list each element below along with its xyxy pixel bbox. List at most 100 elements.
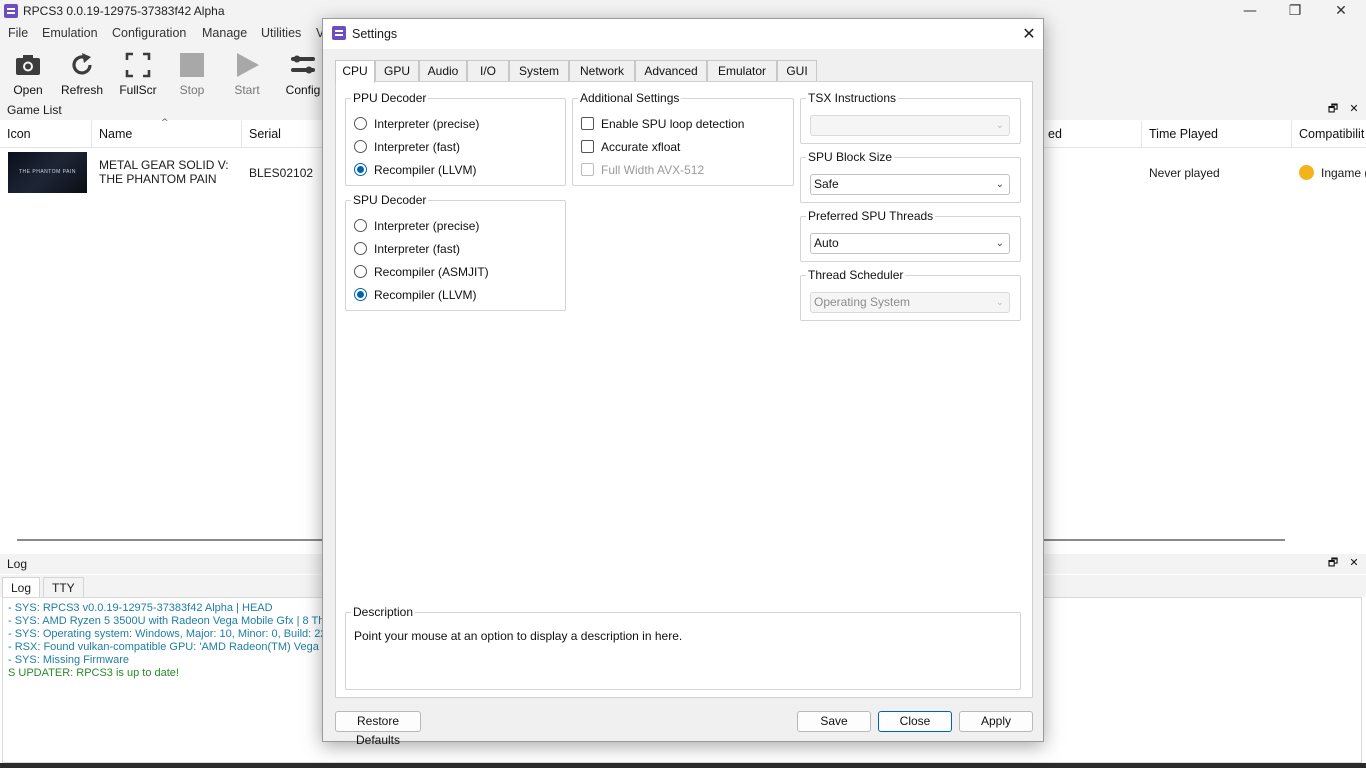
stop-button[interactable]: Stop <box>166 48 218 98</box>
tab-system[interactable]: System <box>509 60 569 82</box>
game-serial: BLES02102 <box>249 166 314 180</box>
checkbox[interactable] <box>581 117 594 130</box>
tab-emulator[interactable]: Emulator <box>707 60 777 82</box>
fullscreen-label: FullScr <box>119 83 157 97</box>
tsx-instructions-select: ⌄ <box>810 115 1010 136</box>
log-float-icon[interactable]: 🗗 <box>1326 556 1340 570</box>
gamelist-float-icon[interactable]: 🗗 <box>1326 102 1340 116</box>
close-button[interactable]: Close <box>878 711 952 732</box>
log-line: - SYS: Missing Firmware <box>8 654 130 666</box>
stop-icon <box>180 53 204 77</box>
spu-block-size-group: SPU Block Size Safe ⌄ <box>800 150 1021 203</box>
close-window-button[interactable]: ✕ <box>1318 0 1364 23</box>
tab-cpu[interactable]: CPU <box>335 60 375 83</box>
camera-icon <box>16 55 40 75</box>
app-title: RPCS3 0.0.19-12975-37383f42 Alpha <box>23 4 225 18</box>
description-title: Description <box>351 605 416 619</box>
spu-loop-detection-label: Enable SPU loop detection <box>601 117 745 131</box>
chevron-down-icon: ⌄ <box>995 238 1004 249</box>
tab-tty[interactable]: TTY <box>43 577 84 597</box>
ppu-option-label: Interpreter (precise) <box>374 117 480 131</box>
radio-button[interactable] <box>354 117 367 130</box>
thread-scheduler-select: Operating System ⌄ <box>810 292 1010 313</box>
chevron-down-icon: ⌄ <box>995 179 1004 190</box>
preferred-spu-threads-value: Auto <box>814 236 839 250</box>
log-line: - SYS: Operating system: Windows, Major:… <box>8 628 327 640</box>
log-line: S UPDATER: RPCS3 is up to date! <box>8 667 179 679</box>
log-close-icon[interactable]: ✕ <box>1347 556 1361 570</box>
settings-title: Settings <box>352 27 398 41</box>
checkbox[interactable] <box>581 140 594 153</box>
save-button[interactable]: Save <box>797 711 871 732</box>
config-sliders-icon <box>291 55 315 74</box>
maximize-button[interactable]: ❐ <box>1272 0 1318 23</box>
thread-scheduler-value: Operating System <box>814 295 911 309</box>
menu-utilities[interactable]: Utilities <box>261 26 301 40</box>
tab-advanced[interactable]: Advanced <box>635 60 707 82</box>
thread-scheduler-title: Thread Scheduler <box>806 268 906 282</box>
refresh-label: Refresh <box>60 83 104 97</box>
compatibility-text: Ingame ( <box>1321 166 1366 180</box>
preferred-spu-threads-select[interactable]: Auto ⌄ <box>810 233 1010 254</box>
tab-network[interactable]: Network <box>569 60 635 82</box>
apply-button[interactable]: Apply <box>959 711 1033 732</box>
log-line: - SYS: RPCS3 v0.0.19-12975-37383f42 Alph… <box>8 602 273 614</box>
column-last-played[interactable]: ed <box>1041 121 1142 148</box>
refresh-icon <box>72 53 92 75</box>
tab-io[interactable]: I/O <box>467 60 509 82</box>
preferred-spu-threads-group: Preferred SPU Threads Auto ⌄ <box>800 209 1021 262</box>
menu-configuration[interactable]: Configuration <box>112 26 186 40</box>
play-icon <box>237 53 259 77</box>
spu-option-label: Interpreter (fast) <box>374 242 461 256</box>
game-name: METAL GEAR SOLID V: THE PHANTOM PAIN <box>99 158 239 186</box>
rpcs3-logo-icon <box>332 26 346 40</box>
game-thumbnail: THE PHANTOM PAIN <box>8 152 87 193</box>
radio-button[interactable] <box>354 265 367 278</box>
sort-ascending-icon: ^ <box>161 118 169 128</box>
column-serial[interactable]: Serial <box>242 121 332 148</box>
game-name-line1: METAL GEAR SOLID V: <box>99 158 229 172</box>
restore-defaults-button[interactable]: Restore Defaults <box>335 711 421 747</box>
radio-button[interactable] <box>354 242 367 255</box>
radio-button-checked[interactable] <box>354 163 367 176</box>
log-line: - RSX: Found vulkan-compatible GPU: 'AMD… <box>8 641 340 653</box>
tab-log[interactable]: Log <box>2 577 41 597</box>
log-line: - SYS: AMD Ryzen 5 3500U with Radeon Veg… <box>8 615 341 627</box>
settings-dialog: Settings ✕ CPU GPU Audio I/O System Netw… <box>322 18 1044 747</box>
spu-block-size-select[interactable]: Safe ⌄ <box>810 174 1010 195</box>
ppu-option-label: Recompiler (LLVM) <box>374 163 477 177</box>
spu-option-label: Recompiler (ASMJIT) <box>374 265 489 279</box>
checkbox-disabled <box>581 163 594 176</box>
radio-button[interactable] <box>354 219 367 232</box>
tab-audio[interactable]: Audio <box>419 60 467 82</box>
rpcs3-logo-icon <box>4 4 18 18</box>
menu-emulation[interactable]: Emulation <box>42 26 98 40</box>
radio-button-checked[interactable] <box>354 288 367 301</box>
menu-manage[interactable]: Manage <box>202 26 247 40</box>
tsx-instructions-title: TSX Instructions <box>806 91 899 105</box>
description-group: Description Point your mouse at an optio… <box>345 605 1021 690</box>
refresh-button[interactable]: Refresh <box>56 48 108 98</box>
menu-file[interactable]: File <box>8 26 28 40</box>
game-name-line2: THE PHANTOM PAIN <box>99 172 217 186</box>
fullscreen-button[interactable]: FullScr <box>112 48 164 98</box>
gamelist-close-icon[interactable]: ✕ <box>1347 102 1361 116</box>
open-button[interactable]: Open <box>2 48 54 98</box>
tab-gui[interactable]: GUI <box>777 60 817 82</box>
preferred-spu-threads-title: Preferred SPU Threads <box>806 209 936 223</box>
log-title: Log <box>7 557 28 571</box>
start-button[interactable]: Start <box>221 48 273 98</box>
column-compatibility[interactable]: Compatibilit <box>1292 121 1366 148</box>
radio-button[interactable] <box>354 140 367 153</box>
stop-label: Stop <box>179 83 205 97</box>
additional-settings-group: Additional Settings Enable SPU loop dete… <box>572 91 794 186</box>
column-icon[interactable]: Icon <box>0 121 92 148</box>
minimize-button[interactable]: — <box>1227 0 1273 23</box>
settings-close-icon[interactable]: ✕ <box>1017 23 1041 45</box>
tab-gpu[interactable]: GPU <box>375 60 419 82</box>
chevron-down-icon: ⌄ <box>995 120 1004 131</box>
thread-scheduler-group: Thread Scheduler Operating System ⌄ <box>800 268 1021 321</box>
taskbar-edge <box>0 763 1366 768</box>
spu-block-size-title: SPU Block Size <box>806 150 895 164</box>
column-time-played[interactable]: Time Played <box>1142 121 1292 148</box>
